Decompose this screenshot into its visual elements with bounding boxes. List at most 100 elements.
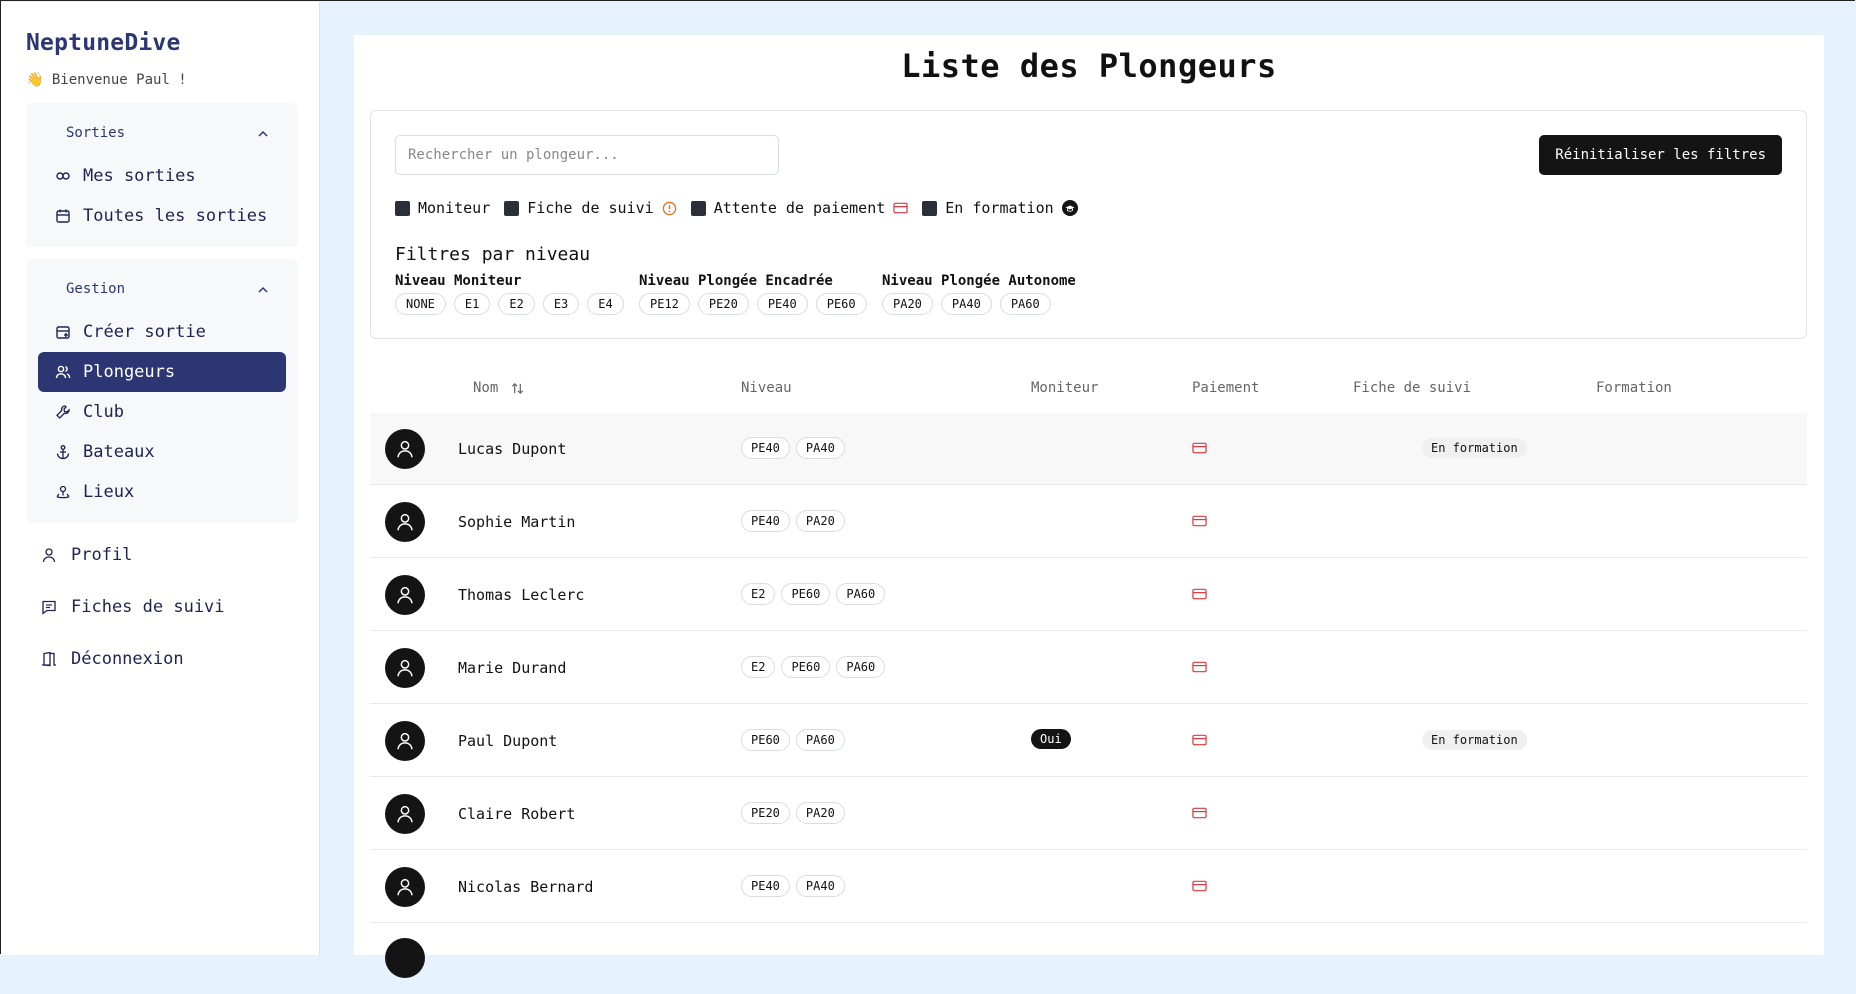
avatar-icon <box>385 867 425 907</box>
level-badges: PE60 PA60 <box>741 729 851 751</box>
formation-badge: En formation <box>1422 730 1527 750</box>
level-badge: PE40 <box>741 510 790 532</box>
level-group-moniteur: Niveau Moniteur NONE E1 E2 E3 E4 <box>395 273 632 315</box>
credit-card-icon[interactable] <box>1192 515 1207 527</box>
diver-name: Thomas Leclerc <box>458 586 585 604</box>
table-row[interactable]: Claire Robert PE20 PA20 <box>370 778 1807 850</box>
table-header: Nom Niveau Moniteur Paiement Fiche de su… <box>370 375 1807 414</box>
filter-attente-paiement[interactable]: Attente de paiement <box>690 199 909 217</box>
checkbox[interactable] <box>690 200 706 216</box>
level-chip-pe40[interactable]: PE40 <box>756 293 808 315</box>
level-badge: PA60 <box>836 656 886 678</box>
column-header-nom[interactable]: Nom <box>473 380 525 396</box>
sidebar-item-label: Bateaux <box>83 442 155 462</box>
column-header-paiement: Paiement <box>1192 380 1260 396</box>
dive-icon <box>55 168 71 184</box>
user-icon <box>41 547 57 563</box>
credit-card-icon[interactable] <box>1192 880 1207 892</box>
sidebar-item-label: Déconnexion <box>71 649 184 669</box>
sidebar-item-label: Club <box>83 402 124 422</box>
main-content: Liste des Plongeurs Réinitialiser les fi… <box>354 35 1824 978</box>
checkbox[interactable] <box>504 200 520 216</box>
column-label: Nom <box>473 380 499 396</box>
level-badges: PE20 PA20 <box>741 802 851 824</box>
level-chip-e1[interactable]: E1 <box>453 293 491 315</box>
table-row[interactable]: Marie Durand E2 PE60 PA60 <box>370 632 1807 704</box>
alert-circle-icon <box>662 201 677 216</box>
table-row[interactable]: Nicolas Bernard PE40 PA40 <box>370 851 1807 923</box>
search-input[interactable] <box>395 135 779 175</box>
sidebar-item-lieux[interactable]: Lieux <box>38 472 286 512</box>
level-chip-pe20[interactable]: PE20 <box>697 293 749 315</box>
checkbox[interactable] <box>395 200 410 216</box>
level-chip-pa60[interactable]: PA60 <box>999 293 1051 315</box>
level-chip-pe12[interactable]: PE12 <box>639 293 690 315</box>
credit-card-icon[interactable] <box>1192 661 1207 673</box>
column-header-fiche: Fiche de suivi <box>1353 380 1472 396</box>
sidebar-item-plongeurs[interactable]: Plongeurs <box>38 352 286 392</box>
level-group-title: Niveau Plongée Autonome <box>882 273 1076 289</box>
level-badges: PE40 PA20 <box>741 510 851 532</box>
credit-card-icon[interactable] <box>1192 734 1207 746</box>
page-title: Liste des Plongeurs <box>901 47 1277 85</box>
graduation-icon <box>1061 200 1078 216</box>
level-badges: PE40 PA40 <box>741 437 851 459</box>
filter-fiche-de-suivi[interactable]: Fiche de suivi <box>504 199 676 217</box>
door-icon <box>41 651 57 667</box>
level-chip-pa20[interactable]: PA20 <box>882 293 933 315</box>
users-icon <box>55 364 71 380</box>
level-group-title: Niveau Moniteur <box>395 273 522 289</box>
level-badge: PA20 <box>795 802 845 824</box>
avatar <box>385 938 425 978</box>
credit-card-icon[interactable] <box>1192 807 1207 819</box>
sidebar-item-toutes-les-sorties[interactable]: Toutes les sorties <box>38 196 286 236</box>
column-header-formation: Formation <box>1596 380 1672 396</box>
level-badge: PE60 <box>781 656 831 678</box>
level-badge: PA60 <box>836 583 886 605</box>
sort-icon[interactable] <box>510 381 525 396</box>
sidebar-item-mes-sorties[interactable]: Mes sorties <box>38 156 286 196</box>
filters-panel: Réinitialiser les filtres Moniteur Fiche… <box>370 110 1807 339</box>
chevron-up-icon[interactable] <box>258 129 268 139</box>
sidebar-item-profil[interactable]: Profil <box>41 545 132 565</box>
sidebar-item-deconnexion[interactable]: Déconnexion <box>41 649 184 669</box>
credit-card-icon[interactable] <box>1192 442 1207 454</box>
anchor-icon <box>55 444 71 460</box>
level-chip-e2[interactable]: E2 <box>498 293 535 315</box>
moniteur-badge: Oui <box>1031 729 1071 749</box>
level-badge: PA60 <box>795 729 845 751</box>
sidebar-item-label: Toutes les sorties <box>83 206 268 226</box>
filter-moniteur[interactable]: Moniteur <box>395 199 490 217</box>
table-row[interactable]: Thomas Leclerc E2 PE60 PA60 <box>370 559 1807 631</box>
table-row[interactable]: Paul Dupont PE60 PA60 Oui En formation <box>370 705 1807 777</box>
diver-name: Claire Robert <box>458 805 576 823</box>
table-row[interactable]: Lucas Dupont PE40 PA40 En formation <box>370 413 1807 485</box>
table-row[interactable]: Sophie Martin PE40 PA20 <box>370 486 1807 558</box>
level-chip-e3[interactable]: E3 <box>542 293 580 315</box>
brand-logo[interactable]: NeptuneDive <box>26 30 181 56</box>
credit-card-icon[interactable] <box>1192 588 1207 600</box>
filter-checkboxes: Moniteur Fiche de suivi Attente de paiem… <box>395 199 1092 217</box>
level-chip-pe60[interactable]: PE60 <box>815 293 867 315</box>
reset-filters-button[interactable]: Réinitialiser les filtres <box>1539 135 1782 175</box>
level-chip-pa40[interactable]: PA40 <box>940 293 992 315</box>
sidebar-item-club[interactable]: Club <box>38 392 286 432</box>
sidebar-item-bateaux[interactable]: Bateaux <box>38 432 286 472</box>
level-chip-none[interactable]: NONE <box>395 293 446 315</box>
checkbox[interactable] <box>922 200 938 216</box>
level-badge: PE40 <box>741 875 790 897</box>
nav-group-title[interactable]: Sorties <box>66 125 125 141</box>
nav-group-title[interactable]: Gestion <box>66 281 125 297</box>
message-icon <box>41 599 57 615</box>
sidebar-item-creer-sortie[interactable]: Créer sortie <box>38 312 286 352</box>
diver-name: Sophie Martin <box>458 513 576 531</box>
sidebar-item-label: Créer sortie <box>83 322 206 342</box>
diver-name: Paul Dupont <box>458 732 558 750</box>
sidebar-item-fiches-de-suivi[interactable]: Fiches de suivi <box>41 597 225 617</box>
level-group-autonome: Niveau Plongée Autonome PA20 PA40 PA60 <box>882 273 1076 315</box>
chevron-up-icon[interactable] <box>258 285 268 295</box>
checkbox-label: Attente de paiement <box>713 199 886 217</box>
level-chip-e4[interactable]: E4 <box>587 293 624 315</box>
filter-en-formation[interactable]: En formation <box>922 199 1078 217</box>
level-badge: PA20 <box>795 510 845 532</box>
